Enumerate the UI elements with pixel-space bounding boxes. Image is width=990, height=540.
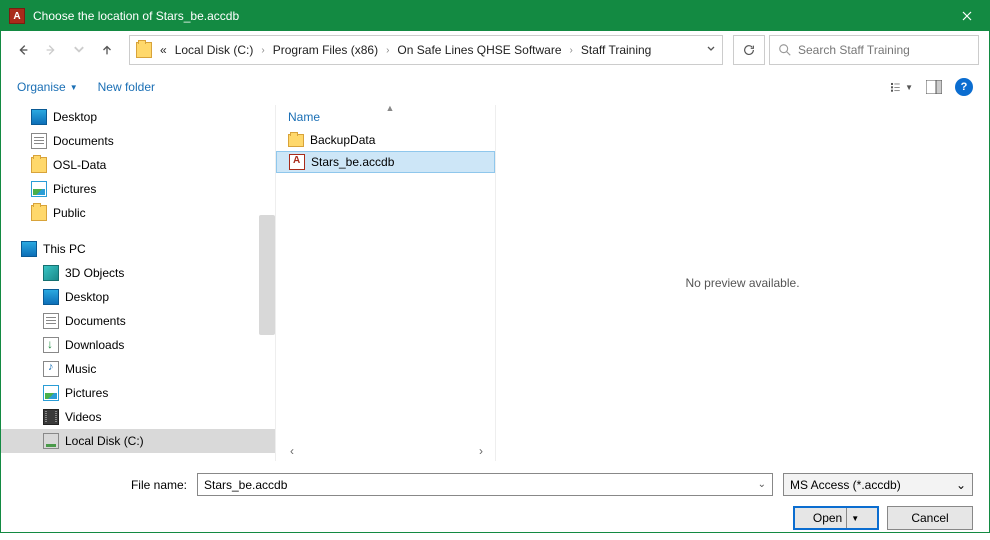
tree-item[interactable]: Desktop [1,105,275,129]
breadcrumb-item[interactable]: On Safe Lines QHSE Software [397,43,561,57]
open-split-icon[interactable]: ▼ [846,508,859,528]
organise-menu[interactable]: Organise▼ [17,80,78,94]
open-button[interactable]: Open▼ [793,506,879,530]
desktop-icon [43,289,59,305]
chevron-down-icon: ▼ [70,83,78,92]
chevron-down-icon: ⌄ [956,478,966,492]
desktop-icon [31,109,47,125]
file-type-filter[interactable]: MS Access (*.accdb) ⌄ [783,473,973,496]
forward-button[interactable] [39,38,63,62]
pc-icon [21,241,37,257]
access-file-icon [289,154,305,170]
breadcrumb-item[interactable]: Local Disk (C:) [175,43,254,57]
tree-item[interactable]: Videos [1,405,275,429]
view-options-button[interactable]: ▼ [891,76,913,98]
preview-pane: No preview available. [495,105,989,461]
tree-item[interactable]: Downloads [1,333,275,357]
list-item[interactable]: BackupData [276,129,495,151]
document-icon [43,313,59,329]
folder-icon [136,42,152,58]
back-button[interactable] [11,38,35,62]
address-bar[interactable]: « Local Disk (C:)› Program Files (x86)› … [129,35,723,65]
preview-pane-button[interactable] [923,76,945,98]
titlebar: A Choose the location of Stars_be.accdb [1,1,989,31]
tree-item[interactable]: OSL-Data [1,153,275,177]
window-title: Choose the location of Stars_be.accdb [33,9,944,23]
chevron-down-icon[interactable]: ⌄ [758,479,766,490]
filename-input[interactable]: Stars_be.accdb ⌄ [197,473,773,496]
scroll-track[interactable] [300,445,473,457]
filename-value: Stars_be.accdb [204,478,287,492]
chevron-right-icon: › [570,45,573,56]
view-icon [891,80,903,94]
music-icon [43,361,59,377]
videos-icon [43,409,59,425]
folder-icon [288,134,304,147]
breadcrumb-item[interactable]: Staff Training [581,43,652,57]
folder-icon [31,157,47,173]
nav-tree[interactable]: Desktop Documents OSL-Data Pictures Publ… [1,105,275,461]
arrow-left-icon [16,43,30,57]
preview-message: No preview available. [685,276,799,290]
new-folder-button[interactable]: New folder [98,80,155,94]
downloads-icon [43,337,59,353]
document-icon [31,133,47,149]
breadcrumb-prefix: « [160,43,167,57]
tree-item[interactable]: Documents [1,309,275,333]
horizontal-scrollbar[interactable]: ‹ › [284,443,489,459]
chevron-right-icon: › [386,45,389,56]
tree-item[interactable]: Pictures [1,381,275,405]
search-icon [778,43,792,57]
disk-icon [43,433,59,449]
chevron-down-icon [72,43,86,57]
file-list[interactable]: ▲ Name BackupData Stars_be.accdb ‹ › [275,105,495,461]
scroll-right-icon[interactable]: › [473,443,489,459]
app-icon: A [9,8,25,24]
pictures-icon [31,181,47,197]
chevron-right-icon: › [261,45,264,56]
scrollbar-thumb[interactable] [259,215,275,335]
folder-icon [31,205,47,221]
tree-item[interactable]: Desktop [1,285,275,309]
chevron-down-icon [706,44,716,54]
filename-label: File name: [17,478,187,492]
breadcrumb-item[interactable]: Program Files (x86) [273,43,378,57]
close-button[interactable] [944,1,989,31]
pictures-icon [43,385,59,401]
tree-item[interactable]: 3D Objects [1,261,275,285]
tree-item[interactable]: Public [1,201,275,225]
arrow-right-icon [44,43,58,57]
3d-objects-icon [43,265,59,281]
search-placeholder: Search Staff Training [798,43,910,57]
search-input[interactable]: Search Staff Training [769,35,979,65]
up-button[interactable] [95,38,119,62]
refresh-icon [742,43,756,57]
tree-item-this-pc[interactable]: This PC [1,237,275,261]
nav-bar: « Local Disk (C:)› Program Files (x86)› … [1,31,989,69]
recent-dropdown[interactable] [67,38,91,62]
tree-item[interactable]: Pictures [1,177,275,201]
help-button[interactable]: ? [955,78,973,96]
footer: File name: Stars_be.accdb ⌄ MS Access (*… [1,461,989,540]
toolbar: Organise▼ New folder ▼ ? [1,69,989,105]
tree-item[interactable]: Music [1,357,275,381]
close-icon [962,11,972,21]
main-area: Desktop Documents OSL-Data Pictures Publ… [1,105,989,461]
tree-item-selected[interactable]: Local Disk (C:) [1,429,275,453]
sort-indicator-icon: ▲ [386,103,395,113]
scroll-left-icon[interactable]: ‹ [284,443,300,459]
arrow-up-icon [100,43,114,57]
address-dropdown[interactable] [706,43,716,57]
column-header-name[interactable]: ▲ Name [276,105,495,129]
preview-pane-icon [926,80,942,94]
refresh-button[interactable] [733,35,765,65]
tree-item[interactable]: Documents [1,129,275,153]
cancel-button[interactable]: Cancel [887,506,973,530]
list-item-selected[interactable]: Stars_be.accdb [276,151,495,173]
